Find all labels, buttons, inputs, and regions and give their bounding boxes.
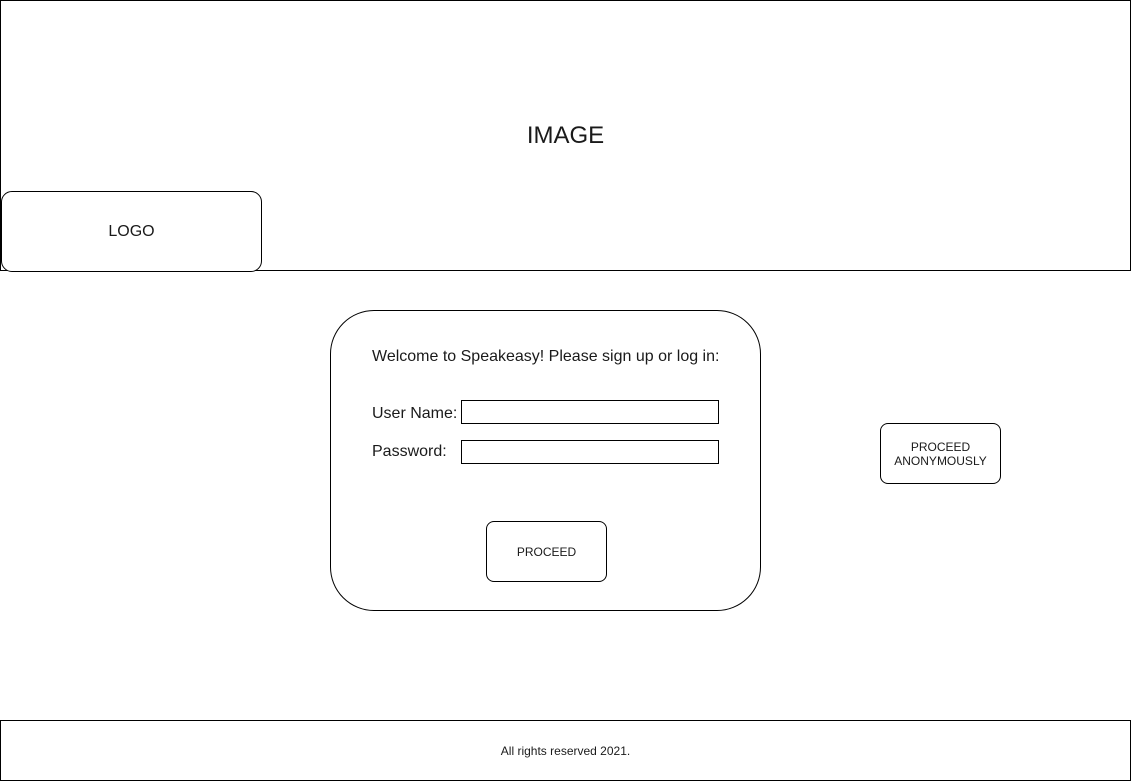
password-input[interactable] [461,440,719,464]
proceed-anonymously-label: PROCEED ANONYMOUSLY [894,439,987,468]
logo-label: LOGO [108,222,155,240]
copyright-text: All rights reserved 2021. [500,743,631,758]
image-label: IMAGE [526,122,605,149]
proceed-button-label: PROCEED [516,544,577,559]
footer: All rights reserved 2021. [0,720,1131,781]
username-label: User Name: [372,405,458,422]
proceed-button[interactable]: PROCEED [486,521,607,582]
password-label: Password: [372,443,447,460]
username-input[interactable] [461,400,719,424]
welcome-message: Welcome to Speakeasy! Please sign up or … [372,348,720,365]
header-image-placeholder: IMAGE LOGO [0,0,1131,272]
logo[interactable]: LOGO [1,191,262,272]
login-card: Welcome to Speakeasy! Please sign up or … [330,310,761,611]
proceed-anonymously-button[interactable]: PROCEED ANONYMOUSLY [880,423,1001,484]
